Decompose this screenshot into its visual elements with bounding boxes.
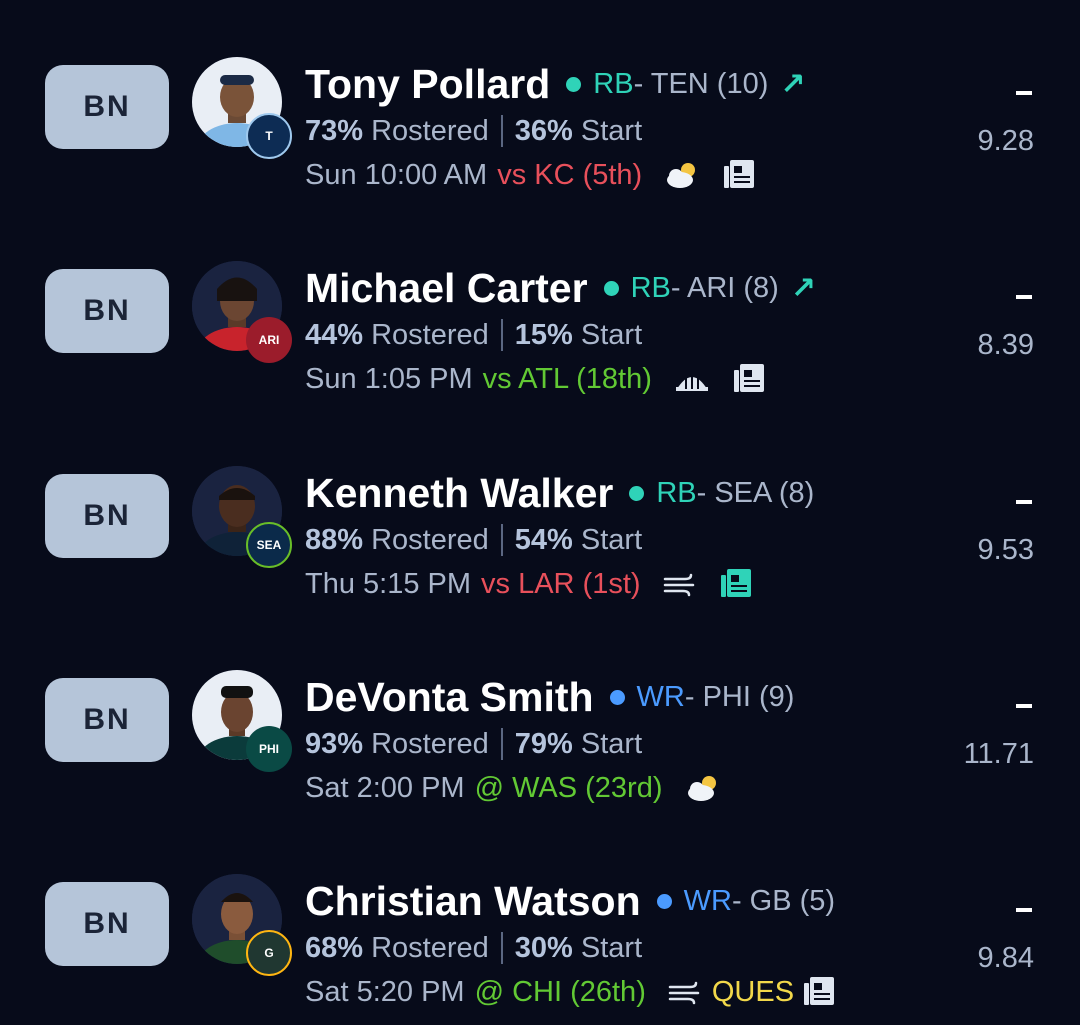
team-logo-titans: T — [246, 113, 292, 159]
game-time: Sat 5:20 PM — [305, 975, 465, 1008]
position-dot — [609, 689, 625, 705]
news-icon[interactable] — [722, 158, 756, 192]
player-name[interactable]: Tony Pollard — [305, 61, 550, 108]
rostered-label: Rostered — [371, 727, 489, 760]
team-logo-seahawks: SEA — [246, 522, 292, 568]
player-position: RB — [593, 67, 634, 100]
player-position: WR — [636, 680, 685, 713]
opponent-matchup: vs KC (5th) — [497, 158, 643, 191]
divider — [500, 115, 503, 147]
game-time: Sun 10:00 AM — [305, 158, 488, 191]
team-logo-cardinals: ARI — [246, 317, 292, 363]
projected-points: 9.84 — [977, 942, 1034, 974]
divider — [500, 524, 503, 556]
rostered-percent: 68% — [305, 931, 364, 964]
start-percent: 15% — [514, 318, 573, 351]
opponent-matchup: vs LAR (1st) — [481, 567, 641, 600]
news-active-icon[interactable] — [719, 567, 753, 601]
rostered-label: Rostered — [371, 523, 489, 556]
team-logo-eagles: PHI — [246, 726, 292, 772]
player-row[interactable]: BN G Christian Watson WR - GB (5) 68% Ro… — [0, 874, 1080, 1008]
opponent-matchup: vs ATL (18th) — [482, 362, 652, 395]
player-position: WR — [683, 884, 732, 917]
projected-points: 8.39 — [977, 329, 1034, 361]
projection-dash — [1016, 704, 1032, 708]
projection-dash — [1016, 500, 1032, 504]
rostered-percent: 44% — [305, 318, 364, 351]
player-team: - SEA (8) — [696, 476, 815, 509]
player-team: - ARI (8) — [670, 271, 779, 304]
player-row[interactable]: BN T Tony Pollard RB - TEN (10) ↗ 73% Ro… — [0, 57, 1080, 191]
projected-points: 11.71 — [963, 738, 1034, 770]
player-team: - PHI (9) — [684, 680, 795, 713]
news-icon[interactable] — [732, 362, 766, 396]
game-time: Sun 1:05 PM — [305, 362, 473, 395]
dome-icon — [674, 365, 710, 393]
start-percent: 79% — [514, 727, 573, 760]
partly-cloudy-icon — [685, 773, 721, 803]
lineup-slot-button[interactable]: BN — [45, 269, 169, 353]
team-logo-packers: G — [246, 930, 292, 976]
position-dot — [603, 280, 619, 296]
player-row[interactable]: BN ARI Michael Carter RB - ARI (8) ↗ 44%… — [0, 261, 1080, 395]
divider — [500, 728, 503, 760]
start-label: Start — [580, 931, 643, 964]
start-percent: 54% — [514, 523, 573, 556]
rostered-label: Rostered — [371, 318, 489, 351]
game-time: Thu 5:15 PM — [305, 567, 472, 600]
start-label: Start — [580, 318, 643, 351]
projected-points: 9.28 — [977, 125, 1034, 157]
rostered-percent: 73% — [305, 114, 364, 147]
player-team: - TEN (10) — [633, 67, 769, 100]
rostered-percent: 88% — [305, 523, 364, 556]
injury-status-badge: QUES — [711, 975, 795, 1008]
wind-icon — [663, 571, 697, 597]
projection-dash — [1016, 908, 1032, 912]
player-name[interactable]: DeVonta Smith — [305, 674, 594, 721]
start-label: Start — [580, 523, 643, 556]
wind-icon — [668, 979, 702, 1005]
rostered-label: Rostered — [371, 114, 489, 147]
game-time: Sat 2:00 PM — [305, 771, 465, 804]
player-name[interactable]: Kenneth Walker — [305, 470, 613, 517]
player-row[interactable]: BN PHI DeVonta Smith WR - PHI (9) 93% Ro… — [0, 670, 1080, 804]
projected-points: 9.53 — [977, 534, 1034, 566]
player-name[interactable]: Michael Carter — [305, 265, 588, 312]
start-label: Start — [580, 727, 643, 760]
player-position: RB — [630, 271, 671, 304]
player-team: - GB (5) — [731, 884, 836, 917]
player-list: BN T Tony Pollard RB - TEN (10) ↗ 73% Ro… — [0, 0, 1080, 1025]
projection-dash — [1016, 91, 1032, 95]
player-name[interactable]: Christian Watson — [305, 878, 641, 925]
lineup-slot-button[interactable]: BN — [45, 882, 169, 966]
opponent-matchup: @ CHI (26th) — [474, 975, 646, 1008]
lineup-slot-button[interactable]: BN — [45, 678, 169, 762]
up-trend-icon: ↗ — [790, 271, 816, 305]
start-percent: 36% — [514, 114, 573, 147]
opponent-matchup: @ WAS (23rd) — [474, 771, 663, 804]
lineup-slot-button[interactable]: BN — [45, 474, 169, 558]
lineup-slot-button[interactable]: BN — [45, 65, 169, 149]
rostered-percent: 93% — [305, 727, 364, 760]
divider — [500, 319, 503, 351]
position-dot — [656, 893, 672, 909]
start-percent: 30% — [514, 931, 573, 964]
projection-dash — [1016, 295, 1032, 299]
rostered-label: Rostered — [371, 931, 489, 964]
divider — [500, 932, 503, 964]
news-icon[interactable] — [802, 975, 836, 1009]
start-label: Start — [580, 114, 643, 147]
position-dot — [566, 76, 582, 92]
player-position: RB — [656, 476, 697, 509]
position-dot — [629, 485, 645, 501]
partly-cloudy-icon — [664, 160, 700, 190]
player-row[interactable]: BN SEA Kenneth Walker RB - SEA (8) 88% R… — [0, 466, 1080, 600]
up-trend-icon: ↗ — [780, 67, 806, 101]
